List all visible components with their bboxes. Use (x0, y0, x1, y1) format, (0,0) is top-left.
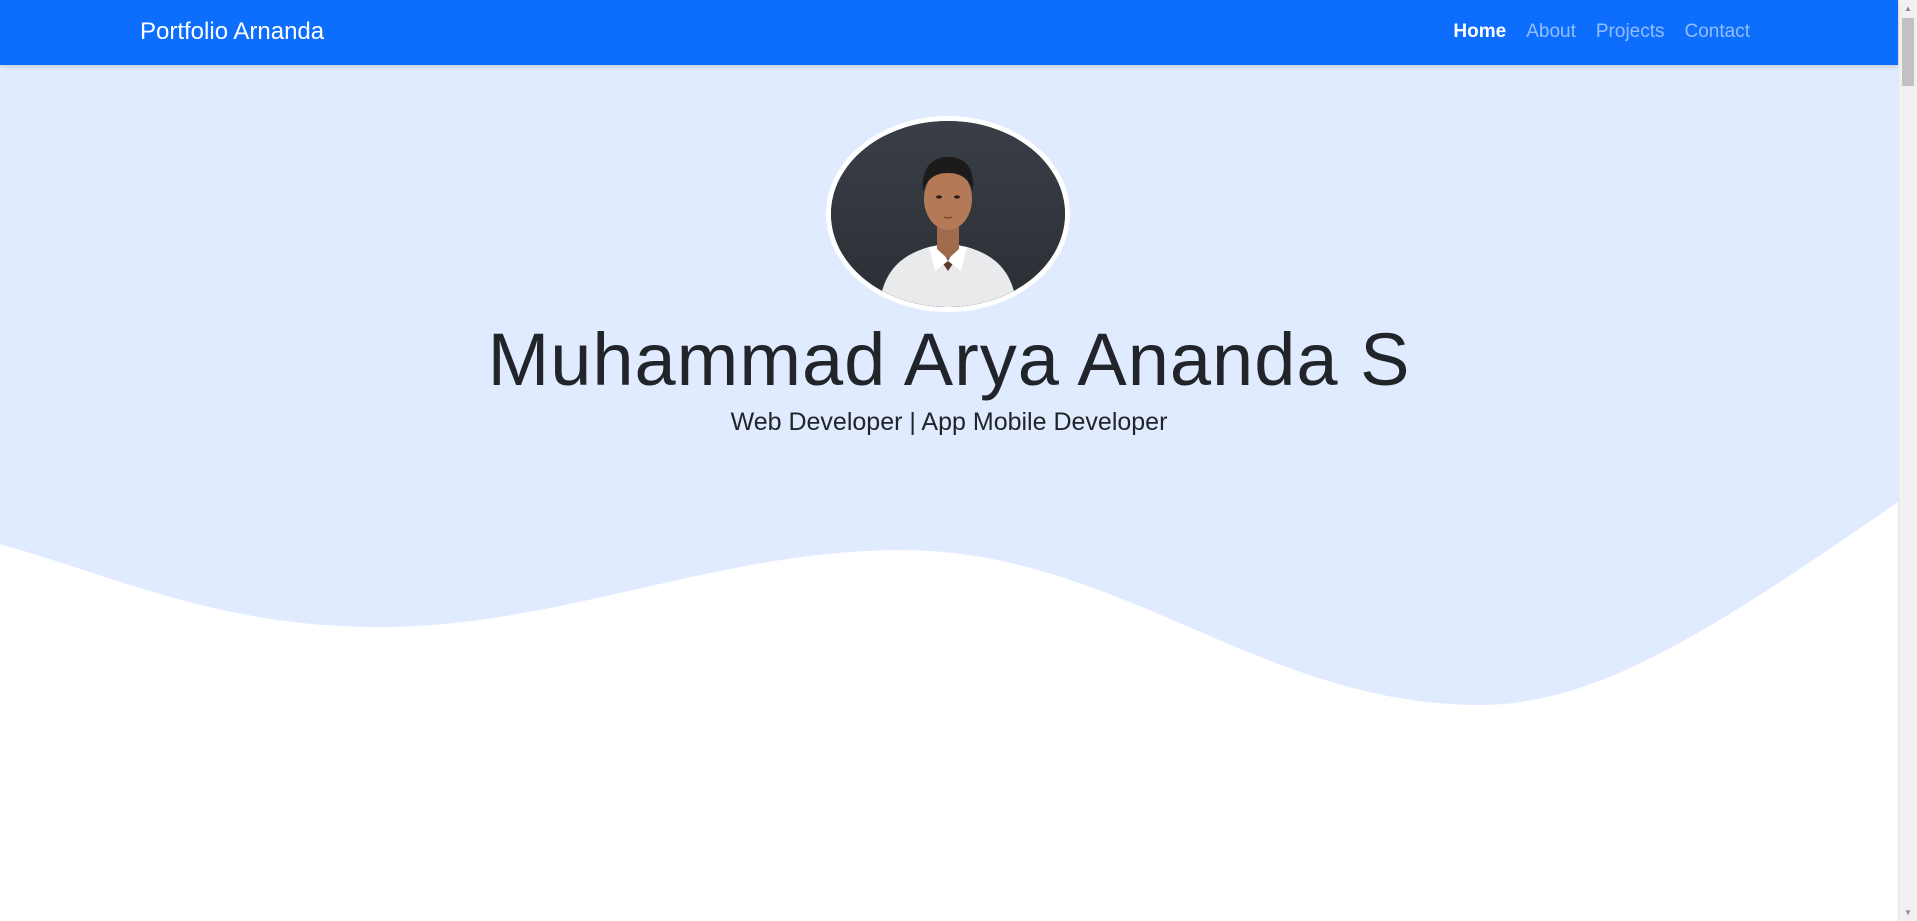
scroll-up-arrow-icon[interactable]: ▲ (1899, 0, 1917, 17)
nav-link-projects[interactable]: Projects (1596, 21, 1665, 43)
navbar-brand[interactable]: Portfolio Arnanda (140, 0, 324, 63)
nav-links: Home About Projects Contact (1453, 0, 1750, 63)
page-content: Portfolio Arnanda Home About Projects Co… (0, 0, 1898, 921)
hero-name: Muhammad Arya Ananda S (487, 318, 1411, 401)
nav-link-about[interactable]: About (1526, 21, 1576, 43)
nav-link-contact[interactable]: Contact (1685, 21, 1750, 43)
hero-section: Muhammad Arya Ananda S Web Developer | A… (0, 65, 1898, 921)
profile-photo (826, 116, 1070, 312)
page: Portfolio Arnanda Home About Projects Co… (0, 0, 1917, 921)
scroll-down-arrow-icon[interactable]: ▼ (1899, 904, 1917, 921)
hero-subtitle: Web Developer | App Mobile Developer (730, 408, 1168, 436)
scrollbar-thumb[interactable] (1902, 18, 1914, 86)
nav-link-home[interactable]: Home (1453, 21, 1506, 43)
vertical-scrollbar[interactable]: ▲ ▼ (1898, 0, 1917, 921)
navbar: Portfolio Arnanda Home About Projects Co… (0, 0, 1898, 65)
